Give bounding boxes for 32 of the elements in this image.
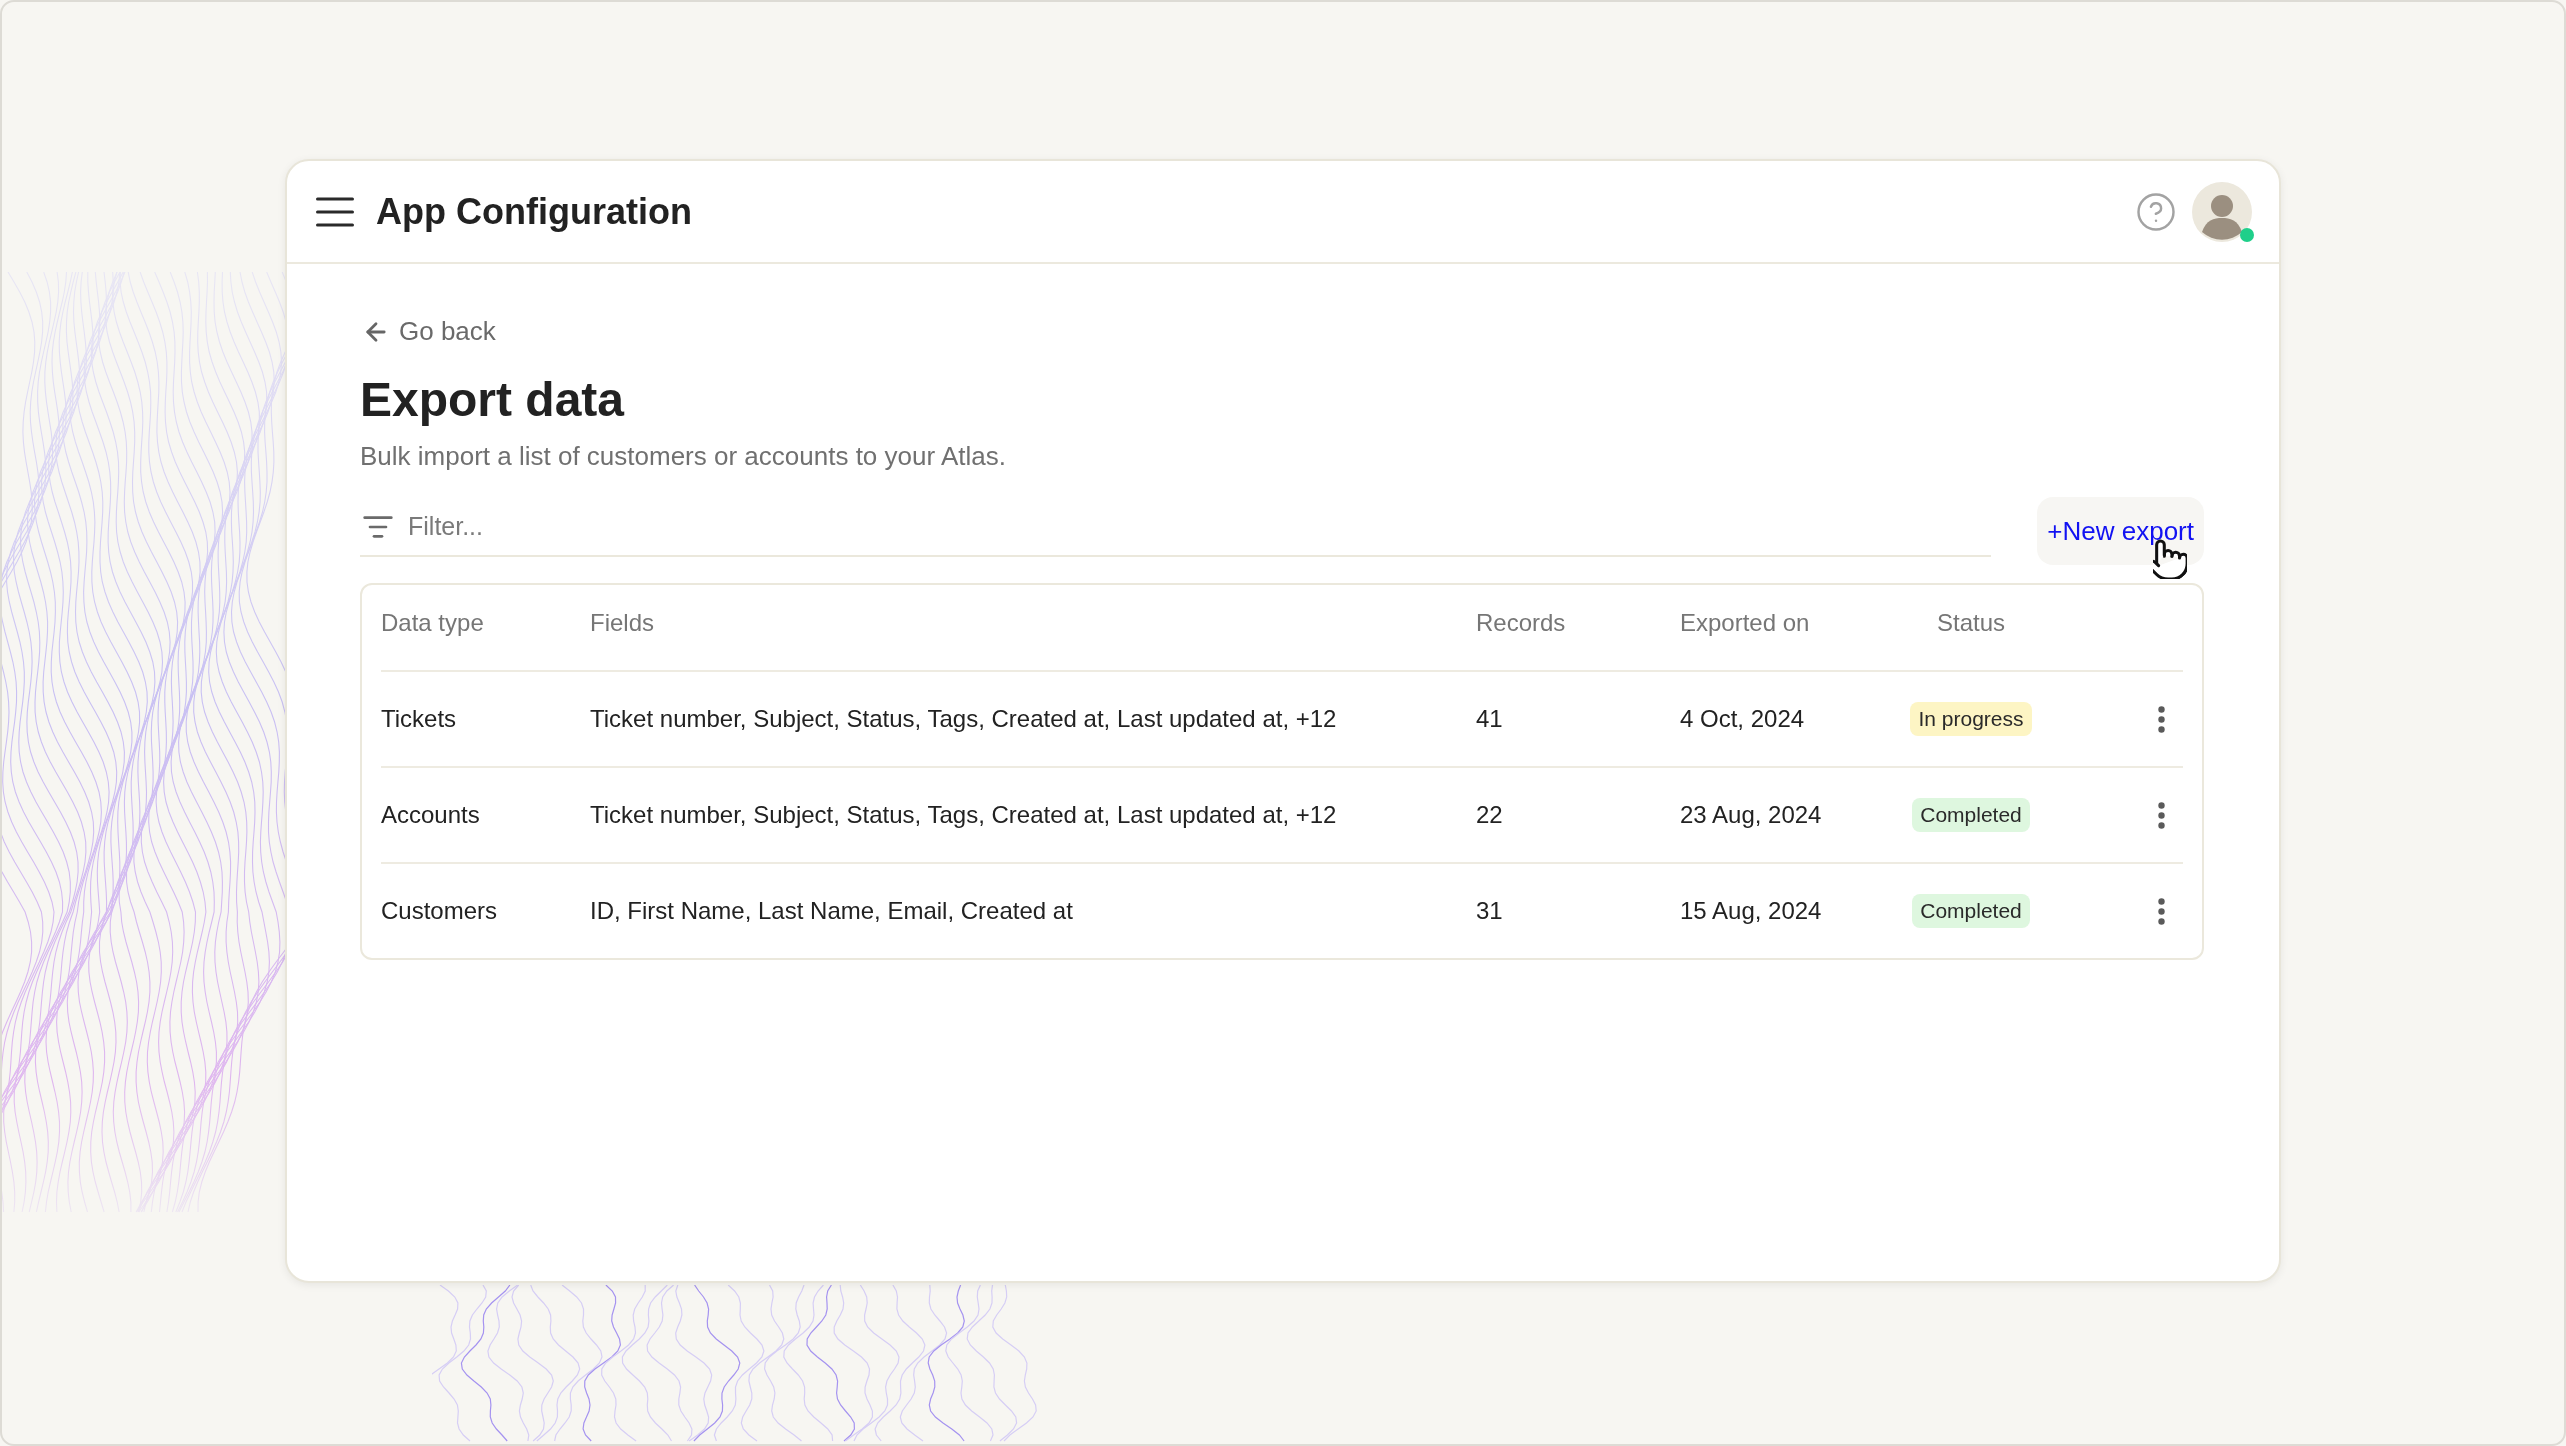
more-icon [2157,705,2165,733]
column-header: Records [1476,608,1566,637]
column-header: Exported on [1680,608,1810,637]
table-cell-text: 22 [1476,801,1504,830]
user-avatar[interactable] [2192,181,2252,242]
back-link[interactable]: Go back [362,316,496,347]
page-subtitle: Bulk import a list of customers or accounts to your Atlas. [360,439,1007,473]
table-cell-text: Accounts [381,801,481,830]
table-cell-text: Ticket number, Subject, Status, Tags, Created at, Last updated at, +12 [590,705,1338,734]
table-cell-text: 41 [1476,705,1504,734]
table-cell-text: 31 [1476,897,1504,926]
table-cell-text: Tickets [381,705,458,734]
table-cell-text: Customers [381,897,499,926]
table-cell-text: ID, First Name, Last Name, Email, Created at [590,897,1074,926]
filter-field[interactable]: Filter... [360,497,1992,558]
status-badge: Completed [1912,798,2030,833]
help-icon [2135,190,2177,233]
more-icon [2157,801,2165,829]
page-title: Export data [360,372,626,428]
more-icon [2157,897,2165,925]
status-badge: Completed [1912,894,2030,929]
status-badge: In progress [1910,702,2032,737]
table-cell-text: 23 Aug, 2024 [1680,801,1823,830]
column-header: Status [1936,608,2005,637]
column-header: Data type [381,608,484,637]
app-title: App Configuration [376,190,692,233]
table-cell-text: 15 Aug, 2024 [1680,897,1823,926]
table-cell-text: 4 Oct, 2024 [1680,705,1806,734]
menu-icon [316,196,354,227]
column-header: Fields [590,608,655,637]
table-cell-text: Ticket number, Subject, Status, Tags, Created at, Last updated at, +12 [590,801,1338,830]
new-export-button[interactable]: +New export [2037,497,2204,566]
